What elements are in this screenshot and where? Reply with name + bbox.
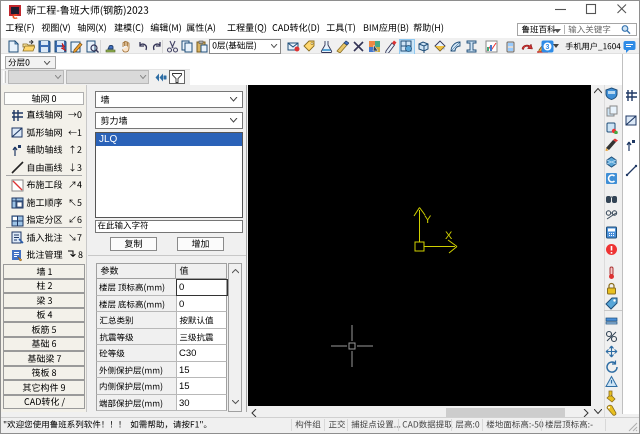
svg-text:Y: Y (424, 214, 432, 226)
svg-text:X: X (445, 230, 453, 242)
svg-text:3: 3 (546, 44, 550, 51)
